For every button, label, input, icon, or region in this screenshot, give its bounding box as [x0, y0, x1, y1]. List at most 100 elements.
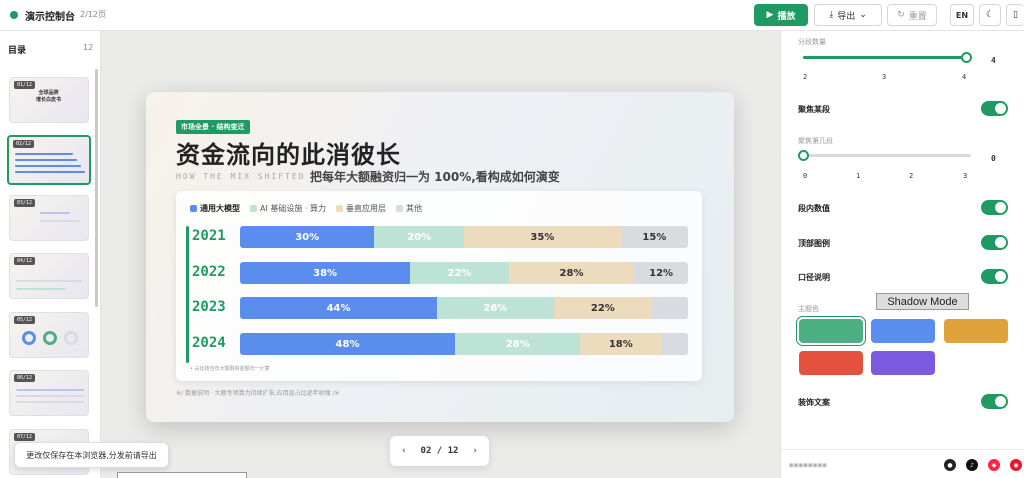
- bar-value-label: 48%: [335, 338, 360, 350]
- slide-thumbnail-3[interactable]: 03/12: [9, 195, 89, 241]
- top-bar: 演示控制台 2/12页 ▶ 播放 ⤓ 导出 ⌄ ↻ 重置 EN ☾ ▯: [0, 0, 1024, 31]
- theme-swatch-blue[interactable]: [871, 319, 935, 343]
- theme-swatch-red[interactable]: [799, 351, 863, 375]
- slide-thumbnail-5[interactable]: 05/12: [9, 312, 89, 358]
- bar-segment[interactable]: 35%: [463, 226, 621, 248]
- legend-label: 通用大模型: [200, 204, 240, 213]
- thumbnail-bar: [16, 288, 66, 290]
- chart-card: 通用大模型 AI 基础设施 · 算力 垂直应用层 其他 2021 30% 20% 35…: [176, 191, 702, 381]
- bar-value-label: 44%: [326, 302, 351, 314]
- legend-swatch: [336, 205, 344, 212]
- focus-index-tick: 1: [856, 172, 861, 180]
- bar-segment[interactable]: 28%: [455, 333, 581, 355]
- year-label: 2021: [192, 228, 226, 244]
- slide-tag: 市场全景 · 结构变迁: [176, 120, 250, 134]
- bar-row: 44% 26% 22%: [240, 297, 688, 319]
- app-title: 演示控制台: [25, 12, 75, 23]
- focus-segment-toggle[interactable]: [981, 101, 1008, 116]
- export-button[interactable]: ⤓ 导出 ⌄: [814, 4, 882, 26]
- thumbnail-bar: [40, 220, 80, 222]
- theme-swatch-orange[interactable]: [944, 319, 1008, 343]
- focus-index-label: 聚焦第几段: [798, 137, 833, 145]
- sidebar-scrollbar[interactable]: [95, 69, 98, 307]
- tiktok-icon[interactable]: ♪: [966, 459, 978, 471]
- bar-value-label: 38%: [313, 267, 338, 279]
- bar-segment[interactable]: 20%: [374, 226, 464, 248]
- bar-segment[interactable]: [661, 333, 688, 355]
- theme-swatch-purple[interactable]: [871, 351, 935, 375]
- thumbnail-badge: 06/12: [14, 374, 36, 382]
- slide-headline: 资金流向的此消彼长: [176, 141, 401, 169]
- bar-segment[interactable]: 26%: [437, 297, 554, 319]
- segment-count-tick: 2: [803, 73, 808, 81]
- reset-button[interactable]: ↻ 重置: [887, 4, 937, 26]
- dark-mode-button[interactable]: ☾: [979, 4, 1001, 26]
- reset-icon: ↻: [897, 10, 905, 20]
- bar-segment[interactable]: 48%: [240, 333, 456, 355]
- panel-footer-divider: [781, 449, 1024, 450]
- bar-segment[interactable]: 18%: [580, 333, 662, 355]
- chart-legend: 通用大模型 AI 基础设施 · 算力 垂直应用层 其他: [190, 203, 422, 214]
- thumbnail-badge: 07/12: [14, 433, 36, 441]
- bar-value-label: 28%: [559, 267, 584, 279]
- slide-thumbnail-4[interactable]: 04/12: [9, 253, 89, 299]
- top-legend-toggle[interactable]: [981, 235, 1008, 250]
- thumbnail-title: 全球品牌 增长白皮书: [36, 90, 62, 103]
- legend-item: AI 基础设施 · 算力: [250, 203, 326, 214]
- bar-value-label: 26%: [483, 302, 508, 314]
- legend-swatch: [190, 205, 197, 212]
- play-button[interactable]: ▶ 播放: [754, 4, 808, 26]
- segment-count-tick: 3: [882, 73, 887, 81]
- bar-value-label: 18%: [608, 338, 633, 350]
- year-label: 2022: [192, 264, 226, 280]
- sidebar-count: 12: [83, 43, 94, 52]
- bar-segment[interactable]: 30%: [240, 226, 375, 248]
- bar-segment[interactable]: 22%: [410, 262, 509, 284]
- thumbnail-badge: 02/12: [13, 140, 35, 148]
- segment-count-fill: [803, 56, 967, 59]
- thumbnail-bar: [15, 153, 73, 155]
- bar-segment[interactable]: 38%: [240, 262, 411, 284]
- focus-index-value: 0: [991, 154, 996, 163]
- slide-thumbnail-6[interactable]: 06/12: [9, 370, 89, 416]
- slide-footer-note: ※/ 数据说明 · 大额专项算力持续扩张,应用层占比逐年收缩 /※: [176, 390, 340, 397]
- bar-segment[interactable]: [652, 297, 688, 319]
- thumbnail-donut: [22, 331, 36, 345]
- thumbnail-donut: [64, 331, 78, 345]
- tooltip-strip: [117, 472, 247, 478]
- weibo-icon[interactable]: ◉: [1010, 459, 1022, 471]
- bar-segment[interactable]: 44%: [240, 297, 438, 319]
- github-icon[interactable]: ●: [944, 459, 956, 471]
- segment-count-tick: 4: [962, 73, 967, 81]
- caliber-note-label: 口径说明: [798, 273, 830, 282]
- bar-segment[interactable]: 15%: [620, 226, 688, 248]
- legend-item: 其他: [396, 203, 422, 214]
- prev-slide-icon[interactable]: ‹: [402, 446, 406, 456]
- focus-index-tick: 2: [909, 172, 914, 180]
- caliber-note-toggle[interactable]: [981, 269, 1008, 284]
- bar-value-label: 22%: [447, 267, 472, 279]
- focus-index-knob[interactable]: [798, 150, 809, 161]
- bar-segment[interactable]: 28%: [508, 262, 635, 284]
- theme-color-label: 主题色: [798, 305, 819, 313]
- xiaohongshu-icon[interactable]: ◆: [988, 459, 1000, 471]
- bar-row: 48% 28% 18%: [240, 333, 688, 355]
- focus-index-track[interactable]: [803, 154, 971, 157]
- next-slide-icon[interactable]: ›: [473, 446, 477, 456]
- sidebar-title: 目录: [8, 46, 27, 56]
- thumbnail-bar: [15, 159, 77, 161]
- decor-text-toggle[interactable]: [981, 394, 1008, 409]
- segment-count-knob[interactable]: [961, 52, 972, 63]
- slide-thumbnail-1[interactable]: 01/12 全球品牌 增长白皮书: [9, 77, 89, 123]
- bar-segment[interactable]: 12%: [634, 262, 688, 284]
- thumbnail-badge: 01/12: [14, 81, 36, 89]
- toggle-panel-button[interactable]: ▯: [1006, 4, 1024, 26]
- inner-values-toggle[interactable]: [981, 200, 1008, 215]
- thumbnail-bar: [15, 165, 81, 167]
- shadow-mode-button[interactable]: Shadow Mode: [876, 293, 969, 310]
- slide-thumbnail-2[interactable]: 02/12: [7, 135, 91, 185]
- chevron-down-icon: ⌄: [859, 10, 867, 20]
- bar-segment[interactable]: 22%: [553, 297, 653, 319]
- language-button[interactable]: EN: [950, 4, 974, 26]
- theme-swatch-green[interactable]: [799, 319, 863, 343]
